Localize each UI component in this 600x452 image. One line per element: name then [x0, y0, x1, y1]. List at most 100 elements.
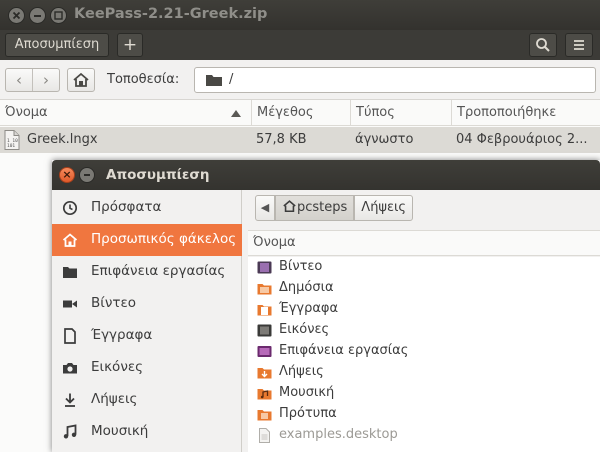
list-item[interactable]: Λήψεις: [248, 362, 600, 383]
column-type[interactable]: Τύπος: [350, 100, 450, 126]
list-item-label: examples.desktop: [279, 427, 398, 442]
sidebar-item-pictures[interactable]: Εικόνες: [52, 352, 242, 384]
list-item[interactable]: Πρότυπα: [248, 404, 600, 425]
menu-button[interactable]: [565, 33, 593, 57]
chevron-right-icon: ›: [43, 71, 49, 89]
home-icon: [62, 233, 78, 247]
dialog-close-button[interactable]: ×: [59, 167, 75, 183]
home-button[interactable]: [67, 68, 95, 92]
sidebar-item-home[interactable]: Προσωπικός φάκελος: [52, 224, 242, 256]
sidebar-item-label: Προσωπικός φάκελος: [91, 231, 237, 247]
sidebar-item-videos[interactable]: Βίντεο: [52, 288, 242, 320]
table-row[interactable]: 1 10 101 Greek.lngx 57,8 KB άγνωστο 04 Φ…: [0, 127, 600, 153]
navigation-buttons: ‹ ›: [5, 68, 60, 92]
sidebar-item-label: Έγγραφα: [91, 327, 153, 343]
triangle-left-icon: ◀: [260, 201, 270, 214]
file-type: άγνωστο: [355, 132, 414, 147]
home-icon: [73, 72, 89, 87]
dialog-minimize-button[interactable]: [79, 167, 95, 183]
location-label: Τοποθεσία:: [107, 72, 180, 87]
sidebar-item-downloads[interactable]: Λήψεις: [52, 384, 242, 416]
minimize-icon: [34, 15, 41, 17]
dialog-file-list: Βίντεο Δημόσια Έγγραφα Εικόνες Επιφάνεια…: [248, 257, 600, 452]
chevron-left-icon: ‹: [16, 71, 22, 89]
sidebar-item-label: Βίντεο: [91, 295, 137, 311]
dialog-list-header[interactable]: Όνομα: [248, 230, 600, 256]
list-item[interactable]: Μουσική: [248, 383, 600, 404]
column-name-label: Όνομα: [5, 105, 48, 120]
column-size[interactable]: Μέγεθος: [251, 100, 349, 126]
templates-folder-icon: [257, 410, 272, 421]
back-button[interactable]: ‹: [6, 69, 32, 91]
search-button[interactable]: [529, 33, 557, 57]
column-name-label: Όνομα: [253, 235, 296, 250]
desktop-folder-icon: [257, 346, 272, 357]
file-list-header: Όνομα Μέγεθος Τύπος Τροποποιήθηκε: [0, 100, 600, 126]
folder-icon: [206, 75, 222, 86]
file-name: Greek.lngx: [27, 132, 98, 147]
forward-button[interactable]: ›: [32, 69, 59, 91]
sidebar-item-label: Εικόνες: [91, 359, 144, 375]
list-item-label: Εικόνες: [279, 322, 330, 337]
list-item-label: Έγγραφα: [279, 301, 339, 316]
list-item[interactable]: Δημόσια: [248, 278, 600, 299]
list-item[interactable]: Εικόνες: [248, 320, 600, 341]
minimize-icon: [84, 174, 90, 176]
window-titlebar: KeePass-2.21-Greek.zip: [0, 0, 600, 30]
sidebar-item-desktop[interactable]: Επιφάνεια εργασίας: [52, 256, 242, 288]
path-back-button[interactable]: ◀: [255, 195, 275, 221]
search-icon: [536, 38, 550, 52]
path-bar: ◀ pcsteps Λήψεις: [255, 195, 414, 221]
sidebar-item-label: Μουσική: [91, 423, 149, 439]
list-item[interactable]: Βίντεο: [248, 257, 600, 278]
list-item-label: Βίντεο: [279, 259, 323, 274]
maximize-icon: [54, 11, 63, 20]
close-window-button[interactable]: [8, 7, 25, 24]
downloads-folder-icon: [257, 368, 272, 379]
music-icon: [63, 424, 77, 439]
close-icon: [12, 11, 21, 20]
document-icon: [64, 328, 76, 344]
sidebar-item-label: Πρόσφατα: [91, 199, 162, 215]
file-modified: 04 Φεβρουάριος 2...: [456, 132, 588, 147]
home-icon: [283, 200, 296, 213]
camera-icon: [63, 363, 77, 374]
list-item[interactable]: Έγγραφα: [248, 299, 600, 320]
extract-dialog: × Αποσυμπίεση Πρόσφατα Προσωπικός φάκελο…: [52, 160, 600, 452]
window-title: KeePass-2.21-Greek.zip: [74, 6, 268, 22]
column-modified[interactable]: Τροποποιήθηκε: [451, 100, 600, 126]
add-files-button[interactable]: +: [117, 33, 143, 57]
sidebar-item-documents[interactable]: Έγγραφα: [52, 320, 242, 352]
list-item-label: Πρότυπα: [279, 406, 337, 421]
download-icon: [65, 393, 75, 407]
video-folder-icon: [257, 261, 272, 274]
location-path: /: [229, 72, 234, 87]
svg-text:101: 101: [7, 143, 15, 149]
places-sidebar: Πρόσφατα Προσωπικός φάκελος Επιφάνεια ερ…: [52, 190, 242, 452]
location-bar: ‹ › Τοποθεσία: /: [0, 60, 600, 100]
list-item-label: Λήψεις: [279, 364, 324, 379]
extract-button[interactable]: Αποσυμπίεση: [5, 33, 109, 57]
video-icon: [63, 300, 77, 308]
list-item-label: Επιφάνεια εργασίας: [279, 343, 409, 358]
public-folder-icon: [257, 284, 272, 295]
file-size: 57,8 KB: [256, 132, 307, 147]
sidebar-item-recent[interactable]: Πρόσφατα: [52, 192, 242, 224]
close-icon: ×: [62, 168, 72, 181]
list-item-label: Δημόσια: [279, 280, 334, 295]
maximize-window-button[interactable]: [50, 7, 67, 24]
path-button-label: pcsteps: [297, 200, 348, 215]
minimize-window-button[interactable]: [29, 7, 46, 24]
path-button-home[interactable]: pcsteps: [275, 195, 355, 221]
hamburger-menu-icon: [574, 40, 584, 50]
binary-file-icon: 1 10 101: [4, 130, 20, 150]
sidebar-item-music[interactable]: Μουσική: [52, 416, 242, 448]
path-button-downloads[interactable]: Λήψεις: [354, 195, 414, 221]
location-input[interactable]: /: [194, 67, 596, 93]
list-item[interactable]: Επιφάνεια εργασίας: [248, 341, 600, 362]
list-item[interactable]: examples.desktop: [248, 425, 600, 446]
column-name[interactable]: Όνομα: [0, 100, 250, 126]
music-folder-icon: [257, 389, 272, 400]
file-icon: [259, 428, 270, 443]
sidebar-item-label: Επιφάνεια εργασίας: [91, 263, 226, 279]
